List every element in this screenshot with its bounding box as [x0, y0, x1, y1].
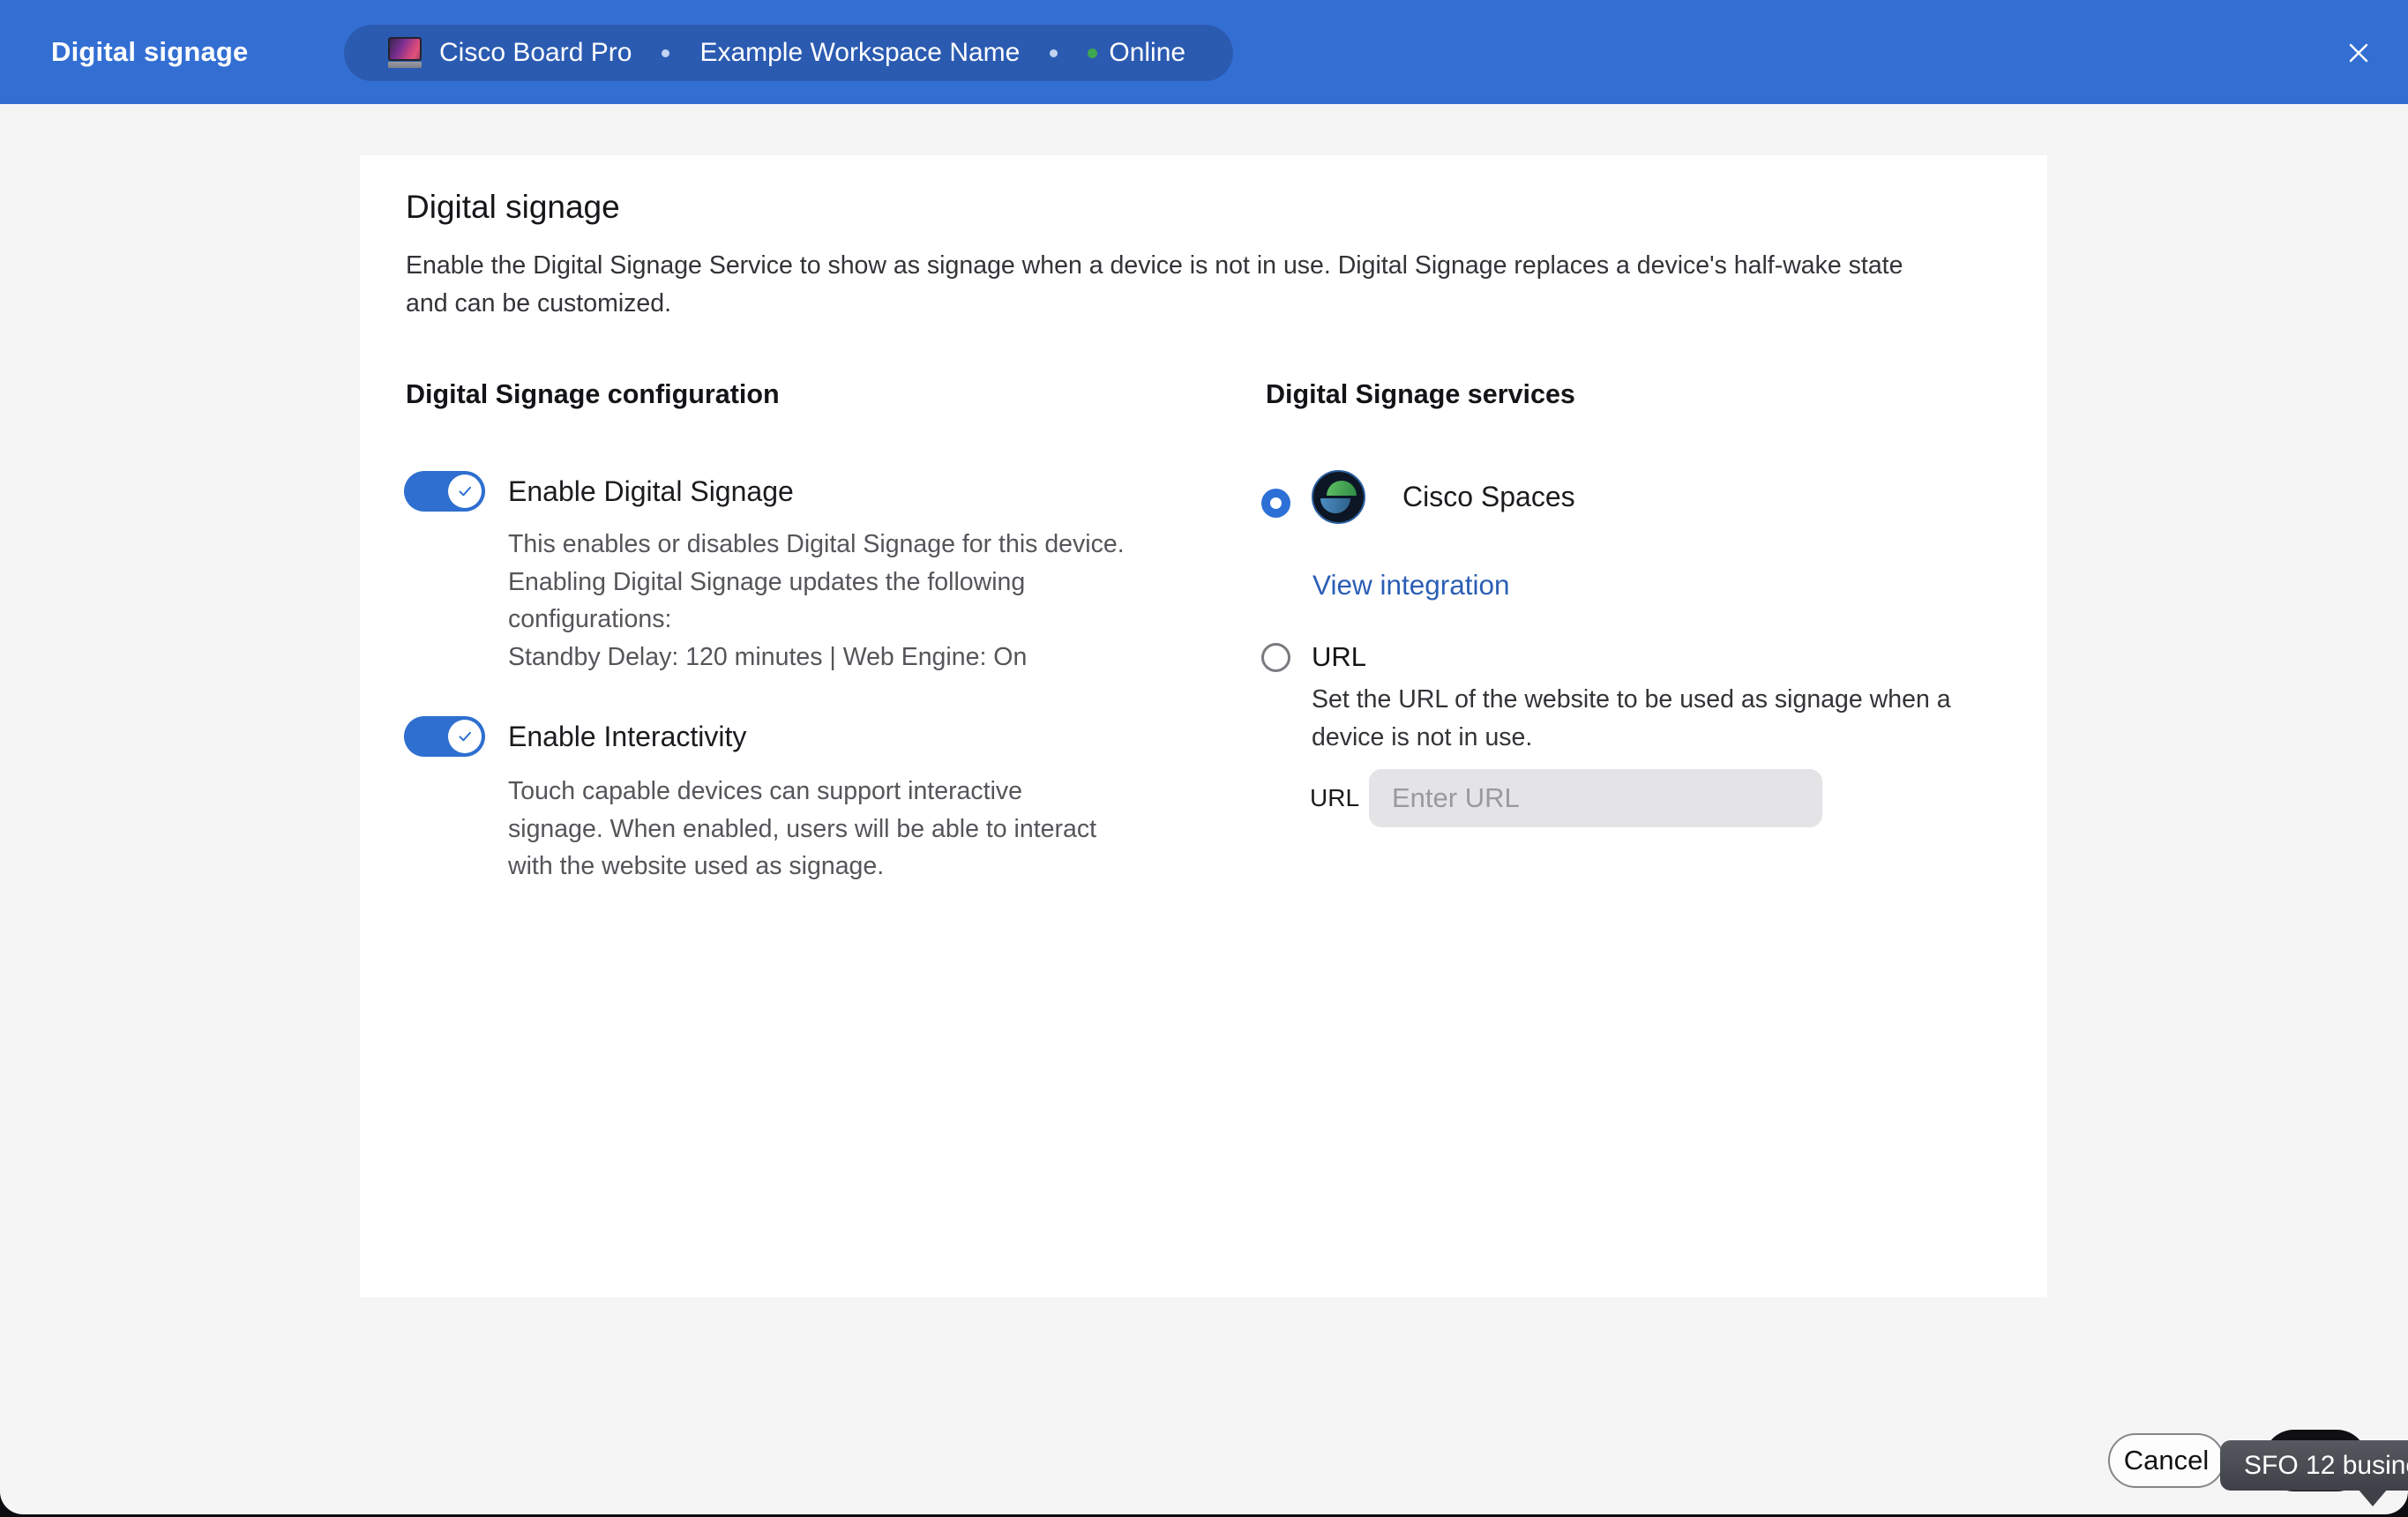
page-description-line: and can be customized.: [406, 285, 1903, 323]
toggle-knob: [448, 475, 482, 508]
toggle-description-line: with the website used as signage.: [508, 848, 1096, 886]
page-description-line: Enable the Digital Signage Service to sh…: [406, 247, 1903, 285]
toggle-label: Enable Digital Signage: [508, 471, 794, 512]
cancel-button[interactable]: Cancel: [2108, 1433, 2225, 1488]
page-title: Digital signage: [406, 187, 620, 228]
check-icon: [455, 482, 475, 501]
header-title: Digital signage: [51, 0, 248, 104]
url-description-line: Set the URL of the website to be used as…: [1312, 681, 1951, 719]
url-field-label: URL: [1310, 769, 1359, 827]
close-icon: [2343, 37, 2374, 69]
separator-dot: [662, 49, 669, 57]
device-icon-stand: [388, 62, 422, 68]
toggle-description-line: Enabling Digital Signage updates the fol…: [508, 564, 1125, 602]
toggle-description: Touch capable devices can support intera…: [508, 773, 1096, 886]
toggle-description-line: signage. When enabled, users will be abl…: [508, 811, 1096, 848]
toggle-description-line: configurations:: [508, 601, 1125, 639]
url-radio[interactable]: [1261, 643, 1290, 672]
toggle-label: Enable Interactivity: [508, 716, 746, 757]
tooltip: SFO 12 busines: [2220, 1440, 2408, 1491]
cisco-spaces-logo: [1312, 470, 1365, 524]
toggle-description-line: This enables or disables Digital Signage…: [508, 526, 1125, 564]
device-name: Cisco Board Pro: [439, 38, 632, 68]
device-icon-screen: [388, 37, 422, 61]
toggle-description-line: Standby Delay: 120 minutes | Web Engine:…: [508, 639, 1125, 676]
header-bar: Digital signage Cisco Board Pro Example …: [0, 0, 2408, 104]
url-option-description: Set the URL of the website to be used as…: [1312, 681, 1951, 757]
settings-card: Digital signage Enable the Digital Signa…: [360, 155, 2047, 1297]
configuration-section-heading: Digital Signage configuration: [406, 377, 780, 411]
view-integration-link[interactable]: View integration: [1312, 565, 1510, 604]
url-description-line: device is not in use.: [1312, 719, 1951, 757]
separator-dot: [1050, 49, 1058, 57]
check-icon: [455, 727, 475, 746]
cisco-spaces-label: Cisco Spaces: [1402, 470, 1575, 524]
close-button[interactable]: [2339, 34, 2378, 72]
services-section-heading: Digital Signage services: [1266, 377, 1575, 411]
cisco-spaces-logo-green-shape: [1327, 481, 1357, 496]
cisco-spaces-logo-blue-shape: [1320, 498, 1350, 513]
enable-interactivity-toggle[interactable]: [404, 716, 485, 757]
device-icon: [388, 37, 422, 69]
url-input[interactable]: [1369, 769, 1822, 827]
url-option-label: URL: [1312, 637, 1366, 677]
page-background: Digital signage Cisco Board Pro Example …: [0, 0, 2408, 1514]
online-status-dot: [1088, 49, 1097, 58]
cisco-spaces-radio[interactable]: [1261, 489, 1290, 518]
page-description: Enable the Digital Signage Service to sh…: [406, 247, 1903, 323]
enable-digital-signage-toggle[interactable]: [404, 471, 485, 512]
screen: Digital signage Cisco Board Pro Example …: [0, 0, 2408, 1517]
online-status-label: Online: [1109, 38, 1185, 68]
toggle-description-line: Touch capable devices can support intera…: [508, 773, 1096, 811]
toggle-description: This enables or disables Digital Signage…: [508, 526, 1125, 676]
tooltip-arrow: [2358, 1489, 2388, 1506]
workspace-name: Example Workspace Name: [699, 38, 1020, 68]
toggle-knob: [448, 720, 482, 753]
device-pill: Cisco Board Pro Example Workspace Name O…: [344, 25, 1233, 81]
